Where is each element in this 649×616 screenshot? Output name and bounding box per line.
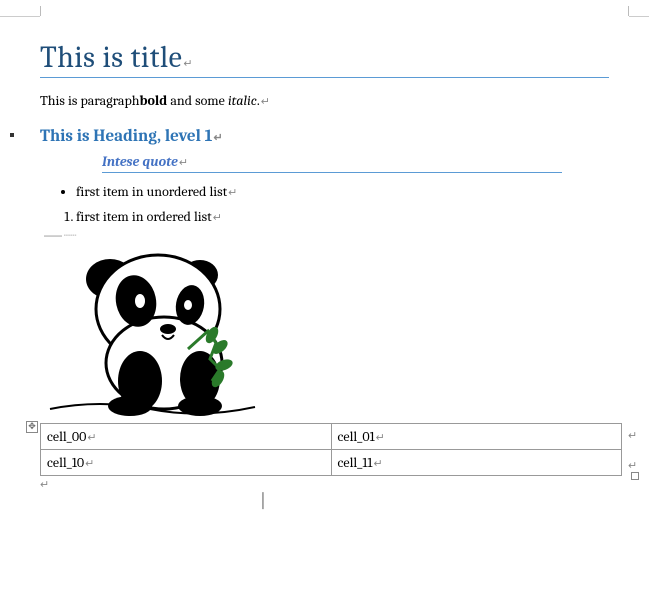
paragraph-text-3[interactable]: . (257, 92, 260, 109)
quote-text[interactable]: Intese quote (102, 153, 178, 170)
row-end-mark: ↵ (628, 459, 637, 472)
list-item[interactable]: first item in unordered list↵ (76, 183, 609, 200)
paragraph-text-1[interactable]: This is paragraph (40, 92, 140, 109)
table-cell[interactable]: cell_00↵ (41, 424, 332, 450)
heading-1[interactable]: This is Heading, level 1↵ (40, 127, 609, 146)
document-title[interactable]: This is title↵ (40, 40, 609, 78)
table-container: ✥ cell_00↵ cell_01↵ cell_10↵ cell_11↵ ↵ … (40, 423, 609, 476)
paragraph[interactable]: This is paragraphbold and some italic.↵ (40, 92, 609, 109)
paragraph-bold[interactable]: bold (140, 92, 168, 109)
heading-1-text[interactable]: This is Heading, level 1 (40, 127, 212, 146)
list-item-text[interactable]: first item in unordered list (76, 183, 227, 200)
table-cell[interactable]: cell_10↵ (41, 450, 332, 476)
pilcrow-icon: ↵ (85, 457, 94, 470)
document-table[interactable]: cell_00↵ cell_01↵ cell_10↵ cell_11↵ (40, 423, 622, 476)
table-resize-handle-icon[interactable] (631, 472, 639, 480)
text-cursor-icon: │ (258, 492, 268, 510)
unordered-list[interactable]: first item in unordered list↵ (76, 183, 609, 200)
pilcrow-icon: ↵ (228, 186, 237, 199)
panda-icon (40, 231, 260, 421)
pilcrow-icon: ↵ (376, 431, 385, 444)
table-cell[interactable]: cell_01↵ (331, 424, 622, 450)
list-item-text[interactable]: first item in ordered list (76, 208, 212, 225)
cell-text[interactable]: cell_00 (47, 428, 86, 445)
pilcrow-icon: ↵ (87, 431, 96, 444)
document-page[interactable]: This is title↵ This is paragraphbold and… (0, 0, 649, 501)
list-item[interactable]: first item in ordered list↵ (76, 208, 609, 225)
pilcrow-icon: ↵ (374, 457, 383, 470)
embedded-image[interactable]: ▬▬▬ ▪▪▪▪▪▪ (40, 231, 260, 421)
paragraph-text-2[interactable]: and some (167, 92, 228, 109)
pilcrow-icon: ↵ (40, 478, 49, 491)
pilcrow-icon: ↵ (261, 95, 270, 108)
pilcrow-icon: ↵ (213, 131, 222, 144)
ordered-list[interactable]: first item in ordered list↵ (76, 208, 609, 225)
heading-marker-icon (10, 133, 14, 137)
intense-quote[interactable]: Intese quote↵ (102, 152, 562, 173)
cell-text[interactable]: cell_10 (47, 454, 84, 471)
empty-paragraph[interactable]: ↵ (40, 478, 609, 491)
title-text[interactable]: This is title (40, 40, 182, 75)
table-move-handle-icon[interactable]: ✥ (26, 421, 38, 433)
cell-text[interactable]: cell_11 (338, 454, 373, 471)
pilcrow-icon: ↵ (183, 57, 193, 70)
row-end-mark: ↵ (628, 429, 637, 442)
cell-text[interactable]: cell_01 (338, 428, 375, 445)
paragraph-italic[interactable]: italic (228, 92, 257, 109)
table-cell[interactable]: cell_11↵ (331, 450, 622, 476)
pilcrow-icon: ↵ (179, 156, 188, 169)
table-row[interactable]: cell_00↵ cell_01↵ (41, 424, 622, 450)
pilcrow-icon: ↵ (213, 211, 222, 224)
table-row[interactable]: cell_10↵ cell_11↵ (41, 450, 622, 476)
